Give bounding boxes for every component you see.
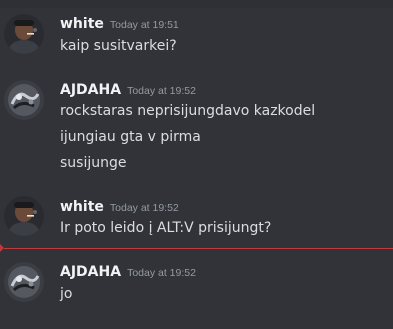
message-text: susijunge	[60, 155, 127, 171]
timestamp[interactable]: Today at 19:52	[127, 85, 196, 97]
graffiti-avatar-icon	[4, 262, 44, 302]
timestamp[interactable]: Today at 19:52	[110, 202, 179, 214]
message-text: ijungiau gta v pirma	[60, 129, 201, 145]
message-header: AJDAHA Today at 19:52	[60, 262, 196, 280]
username[interactable]: white	[60, 199, 104, 215]
avatar[interactable]	[4, 14, 44, 54]
top-strip	[0, 0, 393, 8]
avatar[interactable]	[4, 80, 44, 120]
message-text: kaip susitvarkei?	[60, 38, 177, 54]
username[interactable]: AJDAHA	[60, 82, 121, 98]
username[interactable]: white	[60, 16, 104, 32]
graffiti-avatar-icon	[4, 80, 44, 120]
message-header: AJDAHA Today at 19:52	[60, 80, 196, 98]
dark-photo-avatar-icon	[4, 196, 44, 236]
new-messages-divider	[0, 244, 393, 252]
message-header: white Today at 19:51	[60, 14, 179, 32]
message-text: jo	[60, 286, 73, 302]
timestamp[interactable]: Today at 19:52	[127, 267, 196, 279]
message-header: white Today at 19:52	[60, 197, 179, 215]
avatar[interactable]	[4, 262, 44, 302]
dark-photo-avatar-icon	[4, 14, 44, 54]
username[interactable]: AJDAHA	[60, 264, 121, 280]
message-text: Ir poto leido į ALT:V prisijungt?	[60, 220, 272, 236]
avatar[interactable]	[4, 196, 44, 236]
timestamp[interactable]: Today at 19:51	[110, 19, 179, 31]
message-text: rockstaras neprisijungdavo kazkodel	[60, 103, 316, 119]
